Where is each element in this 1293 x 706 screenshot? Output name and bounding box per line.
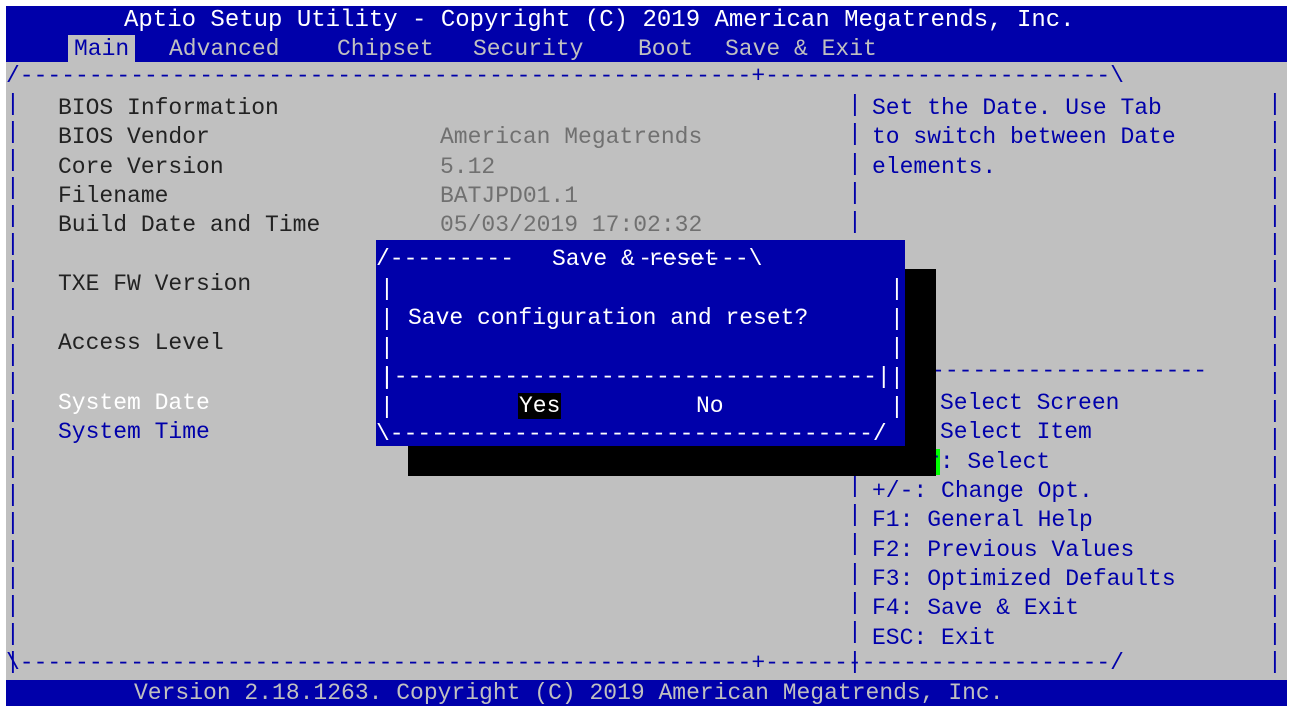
key-select-screen: Select Screen (940, 390, 1120, 416)
key-f2-previous: F2: Previous Values (872, 537, 1135, 563)
bios-vendor-label: BIOS Vendor (58, 124, 210, 150)
tab-advanced[interactable]: Advanced (163, 35, 285, 64)
tab-save-exit[interactable]: Save & Exit (719, 35, 883, 64)
key-select-item: Select Item (940, 419, 1092, 445)
tab-security[interactable]: Security (467, 35, 589, 64)
access-level-label: Access Level (58, 330, 224, 356)
filename-value: BATJPD01.1 (440, 183, 579, 209)
frame-left-border: | | | | | | | | | | | | | | | | | | | | … (6, 91, 20, 676)
yes-button-label[interactable]: Yes (518, 393, 562, 419)
key-change-opt: +/-: Change Opt. (872, 478, 1093, 504)
dialog-title: Save & reset (552, 246, 718, 272)
core-version-label: Core Version (58, 154, 224, 180)
txe-fw-label: TXE FW Version (58, 271, 252, 297)
core-version-value: 5.12 (440, 154, 496, 180)
help-text-line-3: elements. (872, 154, 997, 180)
tab-main[interactable]: Main (68, 35, 136, 64)
bios-vendor-value: American Megatrends (440, 124, 703, 150)
dialog-right-border: | | | | | (890, 276, 904, 420)
frame-bottom-border: \---------------------------------------… (6, 650, 1124, 676)
dialog-left-border: | | | | | (380, 276, 394, 420)
dialog-bottom-border: \-----------------------------------/ (376, 421, 887, 447)
dialog-shadow-right (905, 269, 936, 476)
filename-label: Filename (58, 183, 169, 209)
help-text-line-2: to switch between Date (872, 124, 1176, 150)
system-time-item[interactable]: System Time (58, 418, 210, 447)
footer-version: Version 2.18.1263. Copyright (C) 2019 Am… (134, 680, 1004, 706)
dialog-separator: |-----------------------------------| (380, 364, 891, 390)
key-f4-save-exit: F4: Save & Exit (872, 595, 1080, 621)
no-button[interactable]: No (696, 392, 724, 421)
build-date-value: 05/03/2019 17:02:32 (440, 212, 703, 238)
key-enter-select: r: Select (926, 448, 1050, 477)
frame-top-border: /---------------------------------------… (6, 63, 1124, 89)
system-date-item[interactable]: System Date (58, 389, 210, 418)
app-title: Aptio Setup Utility - Copyright (C) 2019… (124, 7, 1075, 34)
tab-chipset[interactable]: Chipset (331, 35, 440, 64)
dialog-message: Save configuration and reset? (408, 305, 809, 331)
key-f1-help: F1: General Help (872, 507, 1093, 533)
dialog-shadow-bottom (408, 446, 936, 476)
key-esc-exit: ESC: Exit (872, 625, 997, 651)
help-text-line-1: Set the Date. Use Tab (872, 95, 1162, 121)
bios-screen: Aptio Setup Utility - Copyright (C) 2019… (6, 6, 1287, 706)
tab-boot[interactable]: Boot (632, 35, 699, 64)
yes-button[interactable]: Yes (518, 392, 562, 421)
key-f3-defaults: F3: Optimized Defaults (872, 566, 1176, 592)
frame-right-border: | | | | | | | | | | | | | | | | | | | | … (1268, 91, 1282, 676)
build-date-label: Build Date and Time (58, 212, 321, 238)
bios-info-heading: BIOS Information (58, 95, 279, 121)
save-reset-dialog: /--------- --------\ Save & reset | | | … (376, 240, 905, 447)
